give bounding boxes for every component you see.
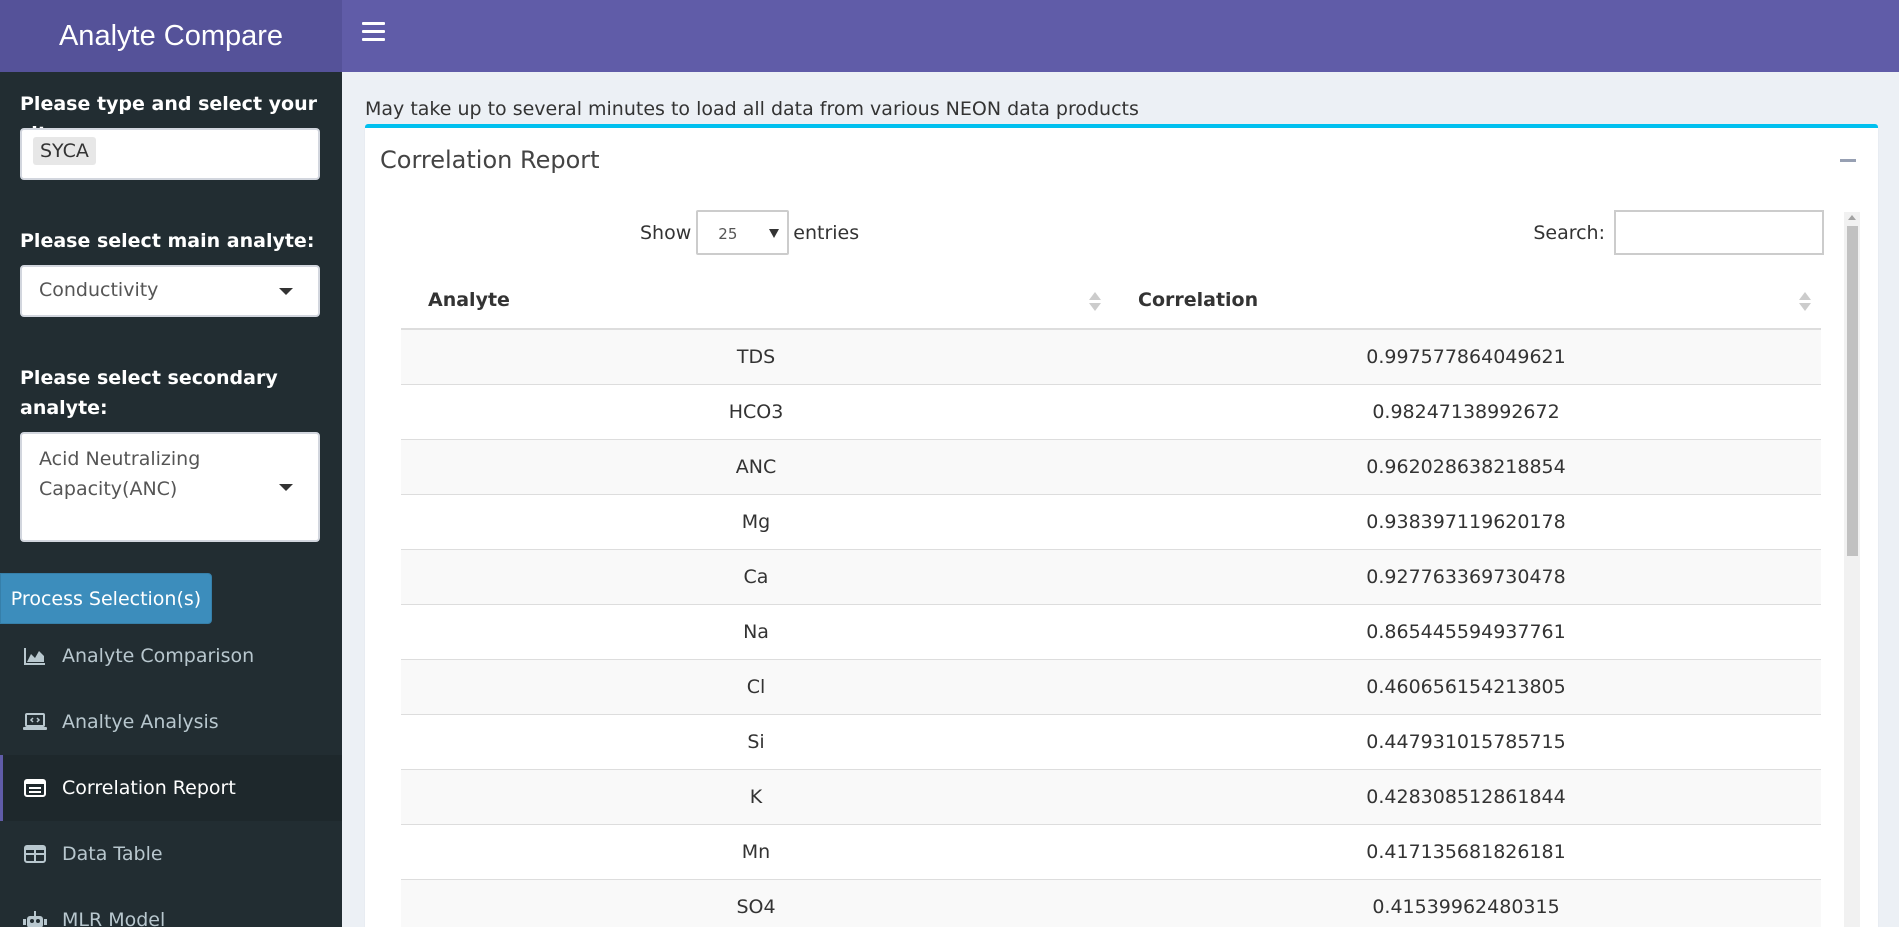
search-input[interactable] [1614,210,1824,255]
table-row[interactable]: Cl 0.460656154213805 [401,658,1821,714]
chevron-down-icon [279,288,293,295]
table-row[interactable]: K 0.428308512861844 [401,768,1821,824]
dropdown-arrow-icon [769,229,780,238]
search-label: Search: [1533,221,1605,244]
secondary-analyte-select[interactable]: Acid Neutralizing Capacity(ANC) [20,432,320,542]
laptop-code-icon [22,711,48,733]
analyte-cell: HCO3 [401,383,1111,439]
correlation-cell: 0.962028638218854 [1111,438,1821,494]
loading-notice: May take up to several minutes to load a… [365,98,1139,120]
hamburger-menu-icon[interactable] [362,22,385,46]
sort-icon [1089,292,1101,312]
main-analyte-select[interactable]: Conductivity [20,265,320,317]
table-row[interactable]: Si 0.447931015785715 [401,713,1821,769]
correlation-cell: 0.98247138992672 [1111,383,1821,439]
column-header-correlation[interactable]: Correlation [1111,272,1821,330]
column-header-analyte[interactable]: Analyte [401,272,1111,330]
analyte-cell: Na [401,603,1111,659]
correlation-cell: 0.460656154213805 [1111,658,1821,714]
correlation-report-box: Correlation Report Show 25 entries Searc… [365,124,1878,927]
secondary-analyte-value: Acid Neutralizing Capacity(ANC) [39,448,201,500]
analyte-cell: ANC [401,438,1111,494]
table-row[interactable]: TDS 0.997577864049621 [401,329,1821,384]
menu-item-data-table[interactable]: Data Table [0,821,342,887]
top-navbar [342,0,1899,72]
table-row[interactable]: Mn 0.417135681826181 [401,823,1821,879]
area-chart-icon [22,645,48,667]
analyte-cell: K [401,768,1111,824]
correlation-cell: 0.997577864049621 [1111,329,1821,384]
scroll-up-arrow-icon[interactable] [1848,215,1856,220]
menu-item-analyte-comparison[interactable]: Analyte Comparison [0,623,342,689]
menu-item-correlation-report[interactable]: Correlation Report [0,755,342,821]
table-icon [22,777,48,799]
menu-item-analyte-analysis[interactable]: Analtye Analysis [0,689,342,755]
correlation-cell: 0.447931015785715 [1111,713,1821,769]
correlation-cell: 0.428308512861844 [1111,768,1821,824]
analyte-cell: Mn [401,823,1111,879]
analyte-cell: Ca [401,548,1111,604]
box-title: Correlation Report [380,146,600,174]
table-body: TDS 0.997577864049621 HCO3 0.98247138992672… [401,329,1821,927]
menu-item-mlr-model[interactable]: MLR Model [0,887,342,927]
main-analyte-label: Please select main analyte: [20,230,315,252]
analyte-cell: Cl [401,658,1111,714]
correlation-cell: 0.927763369730478 [1111,548,1821,604]
analyte-cell: Mg [401,493,1111,549]
search-control: Search: [1533,210,1824,255]
secondary-analyte-label: Please select secondary analyte: [20,367,278,419]
table-row[interactable]: ANC 0.962028638218854 [401,438,1821,494]
table-row[interactable]: Ca 0.927763369730478 [401,548,1821,604]
sort-icon [1799,292,1811,312]
analyte-cell: SO4 [401,878,1111,927]
analyte-cell: Si [401,713,1111,769]
correlation-cell: 0.938397119620178 [1111,493,1821,549]
vertical-scrollbar[interactable] [1844,212,1860,927]
grid-icon [22,843,48,865]
correlation-table: Analyte Correlation TDS 0.997577864049621… [401,272,1821,927]
correlation-cell: 0.417135681826181 [1111,823,1821,879]
length-control: Show 25 entries [640,210,859,255]
entries-length-select[interactable]: 25 [696,210,790,255]
scrollbar-thumb[interactable] [1847,226,1858,556]
robot-icon [22,909,48,927]
app-logo-title[interactable]: Analyte Compare [0,0,342,72]
main-analyte-value: Conductivity [39,279,159,301]
table-row[interactable]: Mg 0.938397119620178 [401,493,1821,549]
sidebar: Please type and select your site: SYCA P… [0,72,342,927]
correlation-cell: 0.41539962480315 [1111,878,1821,927]
table-row[interactable]: Na 0.865445594937761 [401,603,1821,659]
site-selected-chip[interactable]: SYCA [33,137,96,165]
table-row[interactable]: SO4 0.41539962480315 [401,878,1821,927]
process-selections-button[interactable]: Process Selection(s) [0,573,212,624]
correlation-cell: 0.865445594937761 [1111,603,1821,659]
chevron-down-icon [279,484,293,491]
analyte-cell: TDS [401,329,1111,384]
collapse-minus-icon[interactable] [1840,159,1856,162]
table-row[interactable]: HCO3 0.98247138992672 [401,383,1821,439]
site-selectize-input[interactable]: SYCA [20,128,320,180]
